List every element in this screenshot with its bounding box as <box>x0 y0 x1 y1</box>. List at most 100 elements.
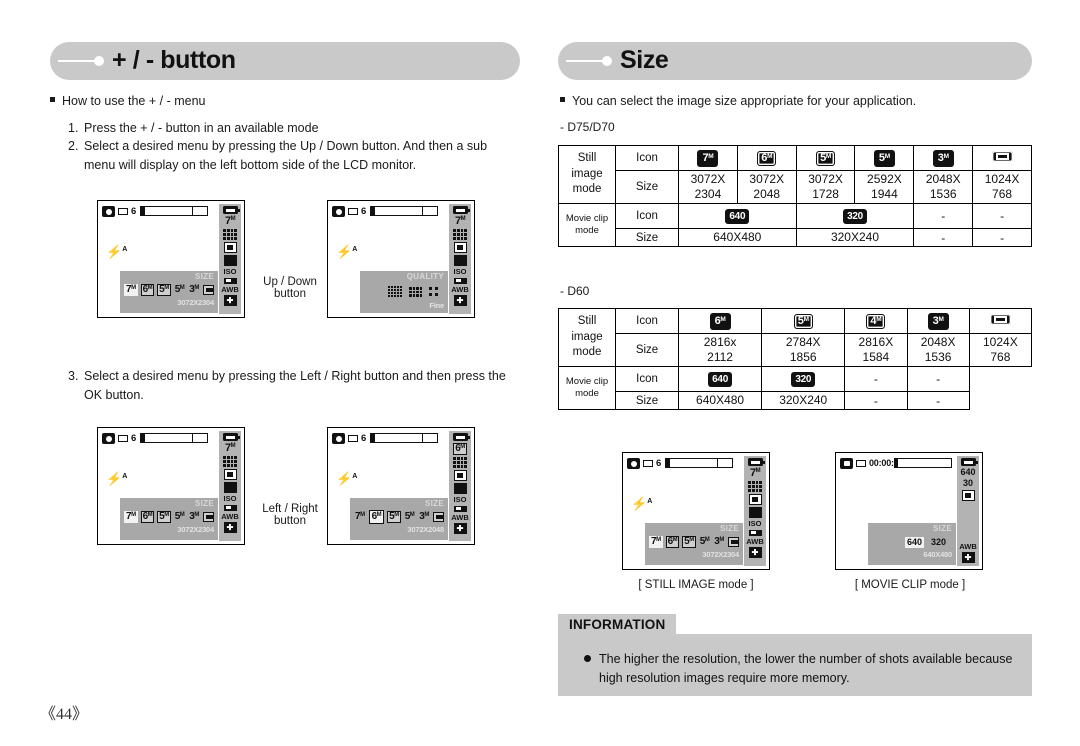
movie-clip-mode-label: Movie clip mode <box>558 366 616 410</box>
lcd3-status-sidebar: 7M ISO AWB ✚ <box>219 431 241 541</box>
movie-mode-icon <box>840 458 853 469</box>
icon-cell-picture <box>968 308 1033 334</box>
quality-dots-icon <box>453 229 467 240</box>
awb-label: AWB <box>451 512 469 522</box>
exposure-meter <box>139 433 208 443</box>
section-header-size: Size <box>558 42 1032 80</box>
iso-value-icon <box>223 504 237 511</box>
exposure-meter <box>139 206 208 216</box>
quality-dots-icon <box>223 456 237 467</box>
size-option-row: 7M 6M 5M 5M 3M <box>124 509 214 526</box>
size-option-7m[interactable]: 7M <box>124 511 138 524</box>
pill-lead-dot-icon <box>50 42 112 80</box>
size-table-d60: Still image mode Icon 6M 5M 4M 3M Size 281… <box>558 308 1033 410</box>
size-option-5m-wide[interactable]: 5M <box>157 284 171 297</box>
size-option-6m[interactable]: 6M <box>140 284 155 297</box>
memory-card-icon <box>348 435 358 442</box>
step-2-text-line1: Select a desired menu by pressing the Up… <box>84 139 488 153</box>
movie-size-option-640[interactable]: 640 <box>904 536 924 548</box>
lcd1-status-sidebar: 7M ISO AWB ✚ <box>219 204 241 314</box>
size-option-3m[interactable]: 3M <box>188 511 200 523</box>
size-option-6m[interactable]: 6M <box>665 536 680 549</box>
quality-option-fine-icon[interactable] <box>409 287 422 297</box>
lcd-preview-size-menu-3: 6 ⚡A 7M ISO AWB ✚ SIZE 7M 6M 5M 5M 3M 30… <box>97 427 245 545</box>
size-cell-dash: - <box>913 228 974 247</box>
lcd5-status-sidebar: 7M ISO AWB ✚ <box>744 456 766 566</box>
exposure-comp-icon: ✚ <box>223 295 237 306</box>
icon-row-label: Icon <box>615 203 679 229</box>
badge-640-icon: 640 <box>708 372 732 388</box>
step-3-text-line1: Select a desired menu by pressing the Le… <box>84 369 506 383</box>
leftright-button-caption: Left / Right button <box>262 503 318 527</box>
step-3-text-line2: OK button. <box>84 387 144 402</box>
size-option-5m-wide[interactable]: 5M <box>682 536 696 549</box>
size-option-7m[interactable]: 7M <box>124 284 138 297</box>
size-menu-label: SIZE <box>425 499 444 508</box>
quality-option-row <box>364 282 444 302</box>
size-option-3m[interactable]: 3M <box>713 536 725 548</box>
quality-option-superfine-icon[interactable] <box>388 286 402 298</box>
size-option-5m[interactable]: 5M <box>174 511 186 523</box>
camera-mode-icon <box>102 433 115 444</box>
size-cell-dash: - <box>972 228 1032 247</box>
memory-card-icon <box>856 460 866 467</box>
badge-3m-icon: 3M <box>932 150 954 167</box>
icon-cell-dash: - <box>913 203 974 229</box>
step-2-number: 2. <box>68 139 79 153</box>
size-row-label: Size <box>615 228 679 247</box>
size-option-5m-wide[interactable]: 5M <box>157 511 171 524</box>
size-option-5m[interactable]: 5M <box>404 511 416 523</box>
section-header-plus-minus-button: + / - button <box>50 42 520 80</box>
badge-5m-wide-icon: 5M <box>816 150 836 167</box>
icon-cell-dash: - <box>844 366 908 392</box>
table-row: Size 640X480 320X240 - - <box>559 391 1032 410</box>
size-option-picture[interactable] <box>432 512 444 523</box>
badge-6m-icon: 6M <box>757 150 777 167</box>
movie-framerate-indicator: 30 <box>962 478 973 488</box>
information-box: The higher the resolution, the lower the… <box>558 634 1032 696</box>
step-3-number: 3. <box>68 369 79 383</box>
exposure-meter <box>369 206 438 216</box>
size-option-7m[interactable]: 7M <box>649 536 663 549</box>
size-option-3m[interactable]: 3M <box>188 284 200 296</box>
size-option-7m[interactable]: 7M <box>354 511 366 523</box>
icon-cell-dash: - <box>906 366 970 392</box>
exposure-comp-icon: ✚ <box>223 522 237 533</box>
size-menu-label: SIZE <box>195 499 214 508</box>
size-menu-label: SIZE <box>720 524 739 533</box>
step-2: 2. Select a desired menu by pressing the … <box>68 137 518 175</box>
step-1-text: Press the + / - button in an available m… <box>84 121 319 135</box>
size-option-5m[interactable]: 5M <box>699 536 711 548</box>
size-option-picture[interactable] <box>727 537 739 548</box>
table-row: Still image mode Icon 7M 6M 5M 5M 3M <box>558 145 1032 204</box>
size-option-picture[interactable] <box>202 512 214 523</box>
iso-label: ISO <box>453 267 467 276</box>
page-number: 《44》 <box>40 706 89 723</box>
badge-640-icon: 640 <box>725 209 750 225</box>
badge-5m-icon: 5M <box>793 313 813 330</box>
size-option-picture[interactable] <box>202 285 214 296</box>
size-cell: 3072X 1728 <box>795 170 856 204</box>
size-option-5m[interactable]: 5M <box>174 284 186 296</box>
pill-lead-dot-icon <box>558 42 620 80</box>
table1-caption: - D75/D70 <box>560 120 615 134</box>
size-option-5m-wide[interactable]: 5M <box>387 511 401 524</box>
iso-label: ISO <box>223 494 237 503</box>
size-option-6m[interactable]: 6M <box>140 511 155 524</box>
sharpness-icon <box>223 255 237 266</box>
size-cell: 2816x 2112 <box>677 333 763 367</box>
badge-320-icon: 320 <box>843 209 867 225</box>
movie-size-option-320[interactable]: 320 <box>929 537 948 548</box>
quality-option-normal-icon[interactable] <box>429 287 438 297</box>
metering-icon <box>748 494 762 505</box>
iso-label: ISO <box>748 519 762 528</box>
size-option-6m[interactable]: 6M <box>368 510 385 525</box>
metering-icon <box>223 469 237 480</box>
iso-label: ISO <box>223 267 237 276</box>
size-option-3m[interactable]: 3M <box>418 511 430 523</box>
badge-5m-icon: 5M <box>873 150 895 167</box>
camera-mode-icon <box>332 433 345 444</box>
flash-auto-icon: ⚡A <box>631 496 653 511</box>
flash-auto-icon: ⚡A <box>336 471 358 486</box>
badge-7m-icon: 7M <box>697 150 719 167</box>
